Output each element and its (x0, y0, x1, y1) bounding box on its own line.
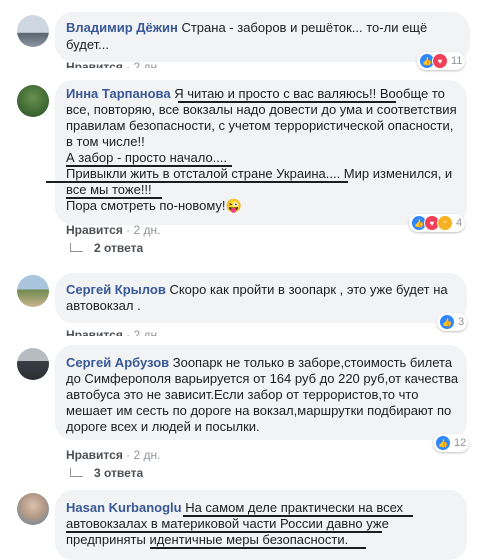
underline-mark (183, 515, 413, 517)
underline-mark (178, 101, 396, 103)
comment-line: автовокзалах в материковой части России … (66, 516, 389, 531)
comment-text: Владимир Дёжин Страна - заборов и решёто… (66, 20, 427, 36)
view-replies-link[interactable]: 2 ответа (94, 241, 143, 255)
comment-line: мешает им сесть по дороге на вокзал,марш… (66, 403, 452, 418)
reaction-count: 12 (454, 437, 467, 449)
reply-arrow-icon (70, 243, 83, 252)
comment-line: будет... (66, 37, 109, 52)
comment-line: Пора смотреть по-новому!😜 (66, 198, 242, 214)
like-link[interactable]: Нравится (66, 448, 123, 462)
comment-line: в том числе!! (66, 134, 145, 149)
underline-mark (46, 181, 348, 183)
haha-reaction-icon: ᵔ (437, 215, 453, 231)
reaction-summary[interactable]: 👍 3 (437, 313, 468, 331)
like-reaction-icon: 👍 (439, 314, 455, 330)
reaction-count: 4 (456, 217, 463, 229)
comment-text: Сергей Крылов Скоро как пройти в зоопарк… (66, 282, 448, 298)
reply-arrow-icon (70, 468, 83, 477)
comment-line: Привыкли жить в отсталой стране Украина.… (66, 166, 453, 181)
comment-line: автобуса это не зависит.Если забор от те… (66, 387, 419, 402)
comment-text: Сергей Арбузов Зоопарк не только в забор… (66, 355, 452, 371)
comment-line: автовокзал . (66, 298, 141, 313)
comment-author[interactable]: Владимир Дёжин (66, 20, 178, 35)
tongue-wink-emoji-icon: 😜 (225, 198, 242, 213)
comment-line-text: Пора смотреть по-новому! (66, 198, 226, 213)
comment-text: Инна Тарпанова Я читаю и просто с вас ва… (66, 86, 445, 102)
comment-line: Страна - заборов и решёток... то-ли ещё (181, 20, 428, 35)
comment-line: Я читаю и просто с вас валяюсь!! Вообще … (174, 86, 445, 101)
comment-author[interactable]: Сергей Крылов (66, 282, 166, 297)
comment-author[interactable]: Инна Тарпанова (66, 86, 171, 101)
comment-author[interactable]: Сергей Арбузов (66, 355, 169, 370)
comment-text: Hasan Kurbanoglu На самом деле практичес… (66, 500, 403, 516)
comment-line: Скоро как пройти в зоопарк , это уже буд… (169, 282, 448, 297)
reaction-count: 11 (451, 55, 463, 67)
view-replies-link[interactable]: 3 ответа (94, 466, 143, 480)
avatar[interactable] (17, 493, 49, 525)
reaction-summary[interactable]: 👍 ♥ ᵔ 4 (409, 214, 466, 232)
like-reaction-icon: 👍 (435, 435, 451, 451)
underline-mark (150, 547, 366, 549)
replies-count[interactable]: 2 ответа (94, 241, 143, 255)
underline-mark (66, 531, 382, 533)
comment-meta: Нравится · 2 дн. (66, 223, 161, 237)
comment-time[interactable]: 2 дн. (134, 328, 161, 336)
comment-line: до Симферополя варьируется от 164 руб до… (66, 371, 459, 386)
comment-meta: Нравится · 2 дн. (66, 448, 161, 462)
avatar[interactable] (17, 275, 49, 307)
underline-mark (66, 165, 232, 167)
comment-time[interactable]: 2 дн. (134, 60, 161, 68)
comment-line: дороге всех и людей и посылки. (66, 419, 260, 434)
reaction-summary[interactable]: 👍 12 (433, 434, 470, 452)
comment-author[interactable]: Hasan Kurbanoglu (66, 500, 182, 515)
avatar[interactable] (17, 85, 49, 117)
reaction-count: 3 (458, 316, 465, 328)
comment-line: На самом деле практически на всех (185, 500, 404, 515)
comment-meta: Нравится · 2 дн. (66, 60, 160, 68)
like-link[interactable]: Нравится (66, 328, 123, 336)
love-reaction-icon: ♥ (432, 53, 448, 69)
like-link[interactable]: Нравится (66, 60, 123, 68)
comment-meta: Нравится · 2 дн. (66, 328, 160, 336)
replies-count[interactable]: 3 ответа (94, 466, 143, 480)
comment-line: все мы тоже!!! (66, 182, 152, 197)
comment-line: все, повторяю, все вокзалы надо довести … (66, 102, 457, 117)
comment-line: А забор - просто начало.... (66, 150, 228, 165)
comment-line: правилам безопасности, с учетом террорис… (66, 118, 454, 133)
underline-mark (66, 197, 162, 199)
avatar[interactable] (17, 15, 49, 47)
avatar[interactable] (17, 348, 49, 380)
comment-line: предприняты идентичные меры безопасности… (66, 532, 349, 547)
comment-time[interactable]: 2 дн. (134, 223, 161, 237)
comment-time[interactable]: 2 дн. (134, 448, 161, 462)
reaction-summary[interactable]: 👍 ♥ 11 (417, 52, 466, 70)
like-link[interactable]: Нравится (66, 223, 123, 237)
comment-line: Зоопарк не только в заборе,стоимость бил… (172, 355, 453, 370)
